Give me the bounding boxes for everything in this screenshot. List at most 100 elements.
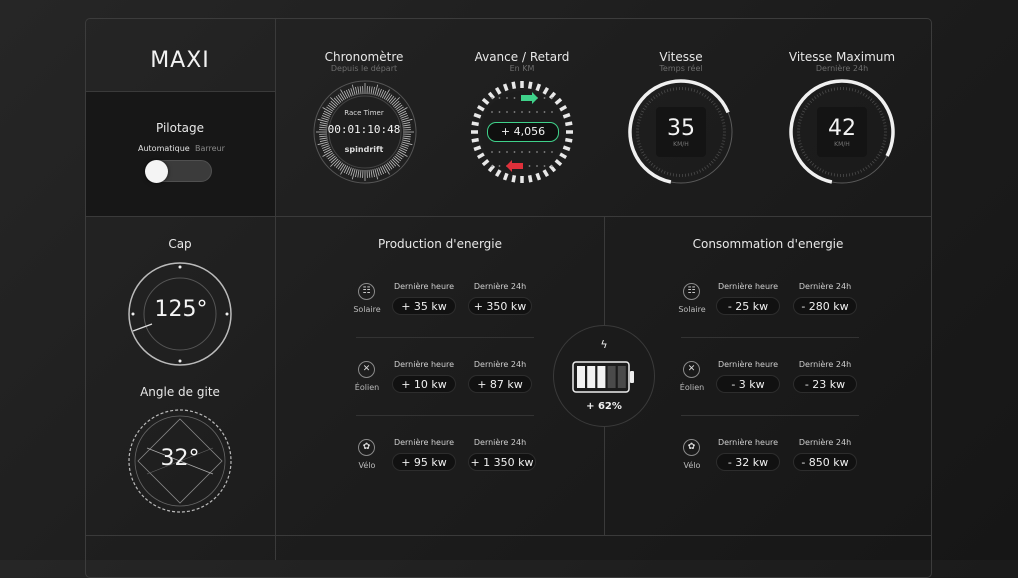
- consommation-row-name: Éolien: [680, 383, 704, 392]
- track-dot: [499, 165, 501, 167]
- gauge-tick: [804, 154, 807, 156]
- gauge-tick: [808, 159, 810, 161]
- track-dot: [529, 151, 531, 153]
- track-dot: [536, 165, 538, 167]
- gauge-tick: [717, 154, 720, 156]
- battery-value: + 62%: [586, 401, 622, 412]
- gauge-tick: [651, 99, 653, 101]
- gauge-tick: [673, 173, 674, 176]
- dial-tick: [377, 88, 379, 96]
- gauge-tick: [711, 161, 713, 163]
- gauge-tick: [817, 167, 819, 169]
- dial-tick: [403, 125, 411, 126]
- avance-value: + 4,056: [487, 122, 559, 142]
- vitesse-value: 35: [667, 116, 695, 141]
- vitesse-max-value: 42: [828, 116, 856, 141]
- production-wind-hour: + 10 kw: [392, 375, 456, 393]
- gauge-tick: [834, 88, 835, 91]
- divider: [86, 535, 932, 536]
- dial-block: [560, 154, 566, 158]
- gauge-tick: [641, 111, 644, 112]
- track-dot: [536, 151, 538, 153]
- gauge-tick: [711, 101, 713, 103]
- consommation-col-hour: Dernière heure: [718, 282, 778, 291]
- gauge-tick: [801, 149, 804, 150]
- track-dot: [529, 111, 531, 113]
- gauge-tick: [822, 92, 823, 95]
- track-dot: [506, 111, 508, 113]
- gauge-tick: [852, 173, 853, 176]
- gauge-tick: [647, 159, 649, 161]
- gauge-tick: [865, 95, 867, 97]
- dial-block: [497, 170, 501, 176]
- gauge-tick: [876, 106, 878, 108]
- gauge-tick: [817, 95, 819, 97]
- gauge-tick: [808, 103, 810, 105]
- option-barreur[interactable]: Barreur: [195, 144, 225, 153]
- gauge-tick: [645, 157, 647, 159]
- gauge-tick: [868, 165, 870, 167]
- battery-level-bar: [597, 366, 605, 388]
- gauge-tick: [664, 171, 665, 174]
- dial-tick: [396, 105, 402, 110]
- dial-block: [537, 173, 539, 180]
- gauge-tick: [651, 163, 653, 165]
- gauge-tick: [656, 95, 658, 97]
- gauge-tick: [720, 117, 723, 118]
- dial-tick: [373, 169, 375, 177]
- gauge-tick: [707, 165, 709, 167]
- production-wind-day: + 87 kw: [468, 375, 532, 393]
- vitesse-title: Vitesse: [659, 50, 702, 64]
- cap-title: Cap: [168, 237, 191, 251]
- gauge-tick: [721, 120, 724, 121]
- dial-tick: [401, 118, 409, 120]
- gauge-tick: [653, 97, 655, 99]
- production-col-hour: Dernière heure: [394, 282, 454, 291]
- solar-icon: ☷: [358, 283, 375, 300]
- gauge-tick: [667, 89, 668, 92]
- gauge-tick: [879, 152, 882, 153]
- gauge-tick: [883, 123, 886, 124]
- solar-icon: ☷: [683, 283, 700, 300]
- gauge-tick: [704, 167, 706, 169]
- gauge-tick: [874, 159, 876, 161]
- gauge-tick: [822, 170, 823, 173]
- dial-tick: [384, 165, 390, 175]
- battery-icon: [572, 361, 636, 393]
- gauge-tick: [667, 172, 668, 175]
- gauge-tick: [872, 161, 874, 163]
- production-bike-hour: + 95 kw: [392, 453, 456, 471]
- dial-block: [474, 147, 481, 149]
- production-solar-day: + 350 kw: [468, 297, 532, 315]
- gauge-tick: [659, 93, 661, 96]
- production-col-hour: Dernière heure: [394, 360, 454, 369]
- gauge-tick: [707, 97, 709, 99]
- consommation-col-day: Dernière 24h: [799, 282, 851, 291]
- track-dot: [551, 111, 553, 113]
- dial-tick: [329, 103, 335, 108]
- consommation-wind-day: - 23 kw: [793, 375, 857, 393]
- gauge-tick: [645, 106, 647, 108]
- gauge-tick: [870, 163, 872, 165]
- dial-tick: [395, 103, 401, 108]
- gauge-tick: [697, 171, 698, 174]
- track-dot: [521, 111, 523, 113]
- dial-block: [544, 88, 548, 94]
- gite-value: 32°: [161, 446, 200, 471]
- avance-subtitle: En KM: [510, 64, 535, 73]
- production-title: Production d'energie: [378, 237, 502, 251]
- option-automatique[interactable]: Automatique: [138, 144, 190, 153]
- brand-title: MAXI: [150, 48, 210, 73]
- wind-icon: ✕: [683, 361, 700, 378]
- gauge-tick: [799, 120, 802, 121]
- dial-tick: [398, 108, 408, 114]
- pilotage-panel: [86, 92, 275, 216]
- dial-block: [530, 175, 531, 182]
- gauge-tick: [718, 111, 721, 112]
- pilotage-toggle-knob[interactable]: [145, 160, 168, 183]
- consommation-bike-hour: - 32 kw: [716, 453, 780, 471]
- dial-block: [565, 123, 572, 124]
- dial-tick: [321, 144, 329, 146]
- production-col-day: Dernière 24h: [474, 360, 526, 369]
- gauge-tick: [879, 111, 882, 112]
